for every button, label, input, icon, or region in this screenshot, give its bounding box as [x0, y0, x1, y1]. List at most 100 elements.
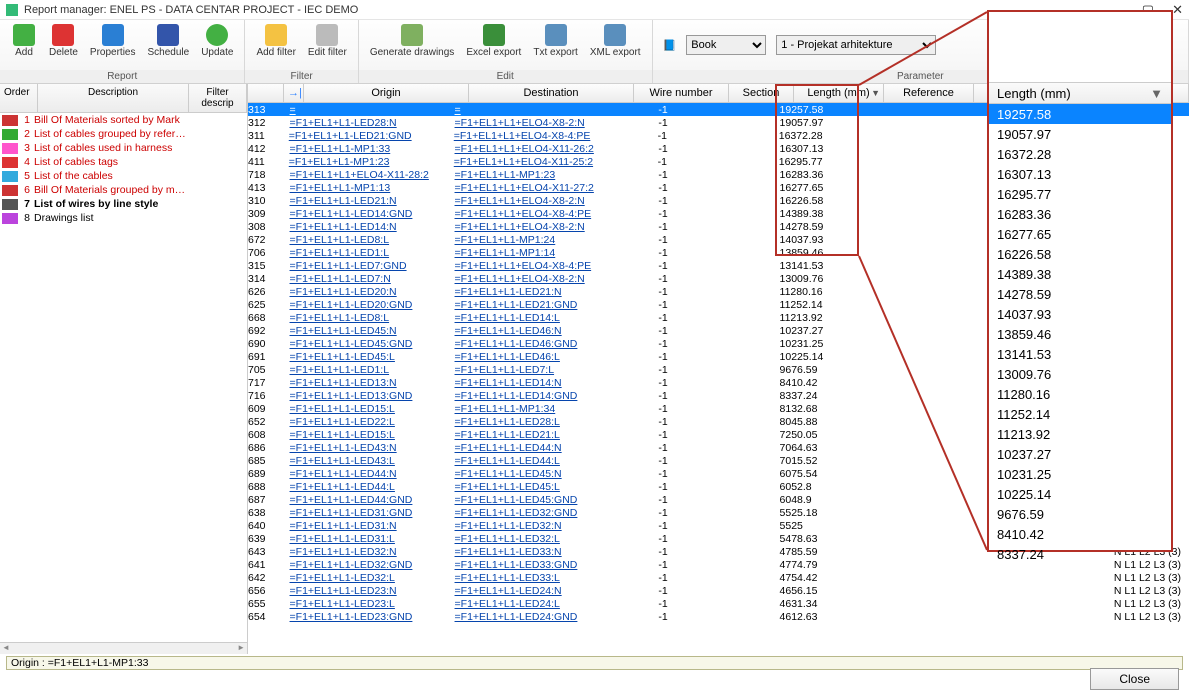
cell-origin[interactable]: =F1+EL1+L1-LED31:L — [286, 533, 451, 545]
zoom-row[interactable]: 11252.14 — [989, 404, 1171, 424]
cell-destination[interactable]: =F1+EL1+L1-LED46:GND — [451, 338, 616, 350]
col-wire-number[interactable]: Wire number — [634, 84, 729, 102]
cell-origin[interactable]: =F1+EL1+L1-LED44:N — [286, 468, 451, 480]
report-list-item[interactable]: 4List of cables tags — [0, 155, 247, 169]
cell-origin[interactable]: =F1+EL1+L1-LED45:N — [286, 325, 451, 337]
cell-origin[interactable]: =F1+EL1+L1-LED21:N — [286, 195, 451, 207]
table-row[interactable]: 654=F1+EL1+L1-LED23:GND=F1+EL1+L1-LED24:… — [248, 610, 1189, 623]
zoom-row[interactable]: 11280.16 — [989, 384, 1171, 404]
cell-destination[interactable]: =F1+EL1+L1-MP1:23 — [451, 169, 616, 181]
add-filter-button[interactable]: Add filter — [250, 22, 301, 70]
zoom-row[interactable]: 10225.14 — [989, 484, 1171, 504]
cell-destination[interactable]: =F1+EL1+L1-LED32:N — [451, 520, 616, 532]
cell-origin[interactable]: =F1+EL1+L1-MP1:23 — [285, 156, 450, 168]
cell-destination[interactable]: =F1+EL1+L1-LED45:N — [451, 468, 616, 480]
col-destination[interactable]: Destination — [469, 84, 634, 102]
cell-origin[interactable]: =F1+EL1+L1-LED43:N — [286, 442, 451, 454]
cell-origin[interactable]: =F1+EL1+L1-LED32:L — [286, 572, 451, 584]
report-list-item[interactable]: 7List of wires by line style — [0, 197, 247, 211]
txt-export-button[interactable]: Txt export — [527, 22, 583, 70]
cell-destination[interactable]: =F1+EL1+L1-LED32:L — [451, 533, 616, 545]
cell-origin[interactable]: =F1+EL1+L1-LED13:N — [286, 377, 451, 389]
cell-origin[interactable]: =F1+EL1+L1-LED23:GND — [286, 611, 451, 623]
cell-destination[interactable]: =F1+EL1+L1-LED33:GND — [451, 559, 616, 571]
table-row[interactable]: 656=F1+EL1+L1-LED23:N=F1+EL1+L1-LED24:N-… — [248, 584, 1189, 597]
cell-destination[interactable]: =F1+EL1+L1-LED7:L — [451, 364, 616, 376]
sidebar-header-description[interactable]: Description — [38, 84, 189, 112]
cell-origin[interactable]: =F1+EL1+L1-LED7:GND — [286, 260, 451, 272]
cell-origin[interactable]: =F1+EL1+L1-LED31:N — [286, 520, 451, 532]
zoom-row[interactable]: 16277.65 — [989, 224, 1171, 244]
sidebar-header-order[interactable]: Order — [0, 84, 38, 112]
book-select[interactable]: Book — [686, 35, 766, 55]
sidebar-scrollbar[interactable]: ◄► — [0, 642, 247, 654]
cell-origin[interactable]: =F1+EL1+L1-LED20:GND — [286, 299, 451, 311]
zoom-row[interactable]: 14389.38 — [989, 264, 1171, 284]
cell-origin[interactable]: =F1+EL1+L1-LED32:N — [286, 546, 451, 558]
cell-origin[interactable]: =F1+EL1+L1-LED43:L — [286, 455, 451, 467]
zoom-row[interactable]: 13859.46 — [989, 324, 1171, 344]
cell-destination[interactable]: =F1+EL1+L1-LED44:L — [451, 455, 616, 467]
col-section[interactable]: Section — [729, 84, 794, 102]
cell-origin[interactable]: =F1+EL1+L1+ELO4-X11-28:2 — [286, 169, 451, 181]
cell-destination[interactable]: =F1+EL1+L1-LED14:N — [451, 377, 616, 389]
cell-origin[interactable]: =F1+EL1+L1-LED28:N — [286, 117, 451, 129]
cell-origin[interactable]: =F1+EL1+L1-LED20:N — [286, 286, 451, 298]
cell-destination[interactable]: =F1+EL1+L1+ELO4-X8-2:N — [451, 117, 616, 129]
delete-button[interactable]: Delete — [43, 22, 84, 70]
cell-destination[interactable]: =F1+EL1+L1-LED24:GND — [451, 611, 616, 623]
cell-origin[interactable]: =F1+EL1+L1-LED45:L — [286, 351, 451, 363]
cell-origin[interactable]: =F1+EL1+L1-LED32:GND — [286, 559, 451, 571]
col-origin[interactable]: Origin — [304, 84, 469, 102]
zoom-row[interactable]: 9676.59 — [989, 504, 1171, 524]
cell-destination[interactable]: =F1+EL1+L1+ELO4-X11-25:2 — [450, 156, 615, 168]
report-list-item[interactable]: 8Drawings list — [0, 211, 247, 225]
report-list-item[interactable]: 1Bill Of Materials sorted by Mark — [0, 113, 247, 127]
cell-origin[interactable]: =F1+EL1+L1-MP1:13 — [286, 182, 451, 194]
cell-destination[interactable]: = — [451, 104, 616, 116]
cell-origin[interactable]: =F1+EL1+L1-LED23:L — [286, 598, 451, 610]
cell-origin[interactable]: =F1+EL1+L1-LED1:L — [286, 364, 451, 376]
zoom-row[interactable]: 19057.97 — [989, 124, 1171, 144]
zoom-row[interactable]: 8410.42 — [989, 524, 1171, 544]
zoom-row[interactable]: 16283.36 — [989, 204, 1171, 224]
cell-destination[interactable]: =F1+EL1+L1-MP1:14 — [451, 247, 616, 259]
cell-destination[interactable]: =F1+EL1+L1-MP1:34 — [451, 403, 616, 415]
cell-origin[interactable]: =F1+EL1+L1-LED15:L — [286, 429, 451, 441]
cell-destination[interactable]: =F1+EL1+L1+ELO4-X8-4:PE — [451, 208, 616, 220]
cell-origin[interactable]: =F1+EL1+L1-LED8:L — [286, 312, 451, 324]
cell-destination[interactable]: =F1+EL1+L1+ELO4-X11-27:2 — [451, 182, 616, 194]
cell-origin[interactable]: =F1+EL1+L1-LED44:GND — [286, 494, 451, 506]
layout-select[interactable]: 1 - Projekat arhitekture — [776, 35, 936, 55]
cell-destination[interactable]: =F1+EL1+L1-LED33:L — [451, 572, 616, 584]
close-button[interactable]: ✕ — [1172, 2, 1183, 18]
cell-destination[interactable]: =F1+EL1+L1-LED45:L — [451, 481, 616, 493]
report-list-item[interactable]: 2List of cables grouped by reference — [0, 127, 247, 141]
zoom-row[interactable]: 16307.13 — [989, 164, 1171, 184]
cell-destination[interactable]: =F1+EL1+L1-LED46:L — [451, 351, 616, 363]
cell-origin[interactable]: =F1+EL1+L1-LED14:N — [286, 221, 451, 233]
xml-export-button[interactable]: XML export — [584, 22, 647, 70]
zoom-row[interactable]: 14037.93 — [989, 304, 1171, 324]
cell-destination[interactable]: =F1+EL1+L1+ELO4-X8-2:N — [451, 273, 616, 285]
cell-destination[interactable]: =F1+EL1+L1-LED45:GND — [451, 494, 616, 506]
update-button[interactable]: Update — [195, 22, 239, 70]
cell-origin[interactable]: = — [286, 104, 451, 116]
cell-destination[interactable]: =F1+EL1+L1-LED21:GND — [451, 299, 616, 311]
excel-export-button[interactable]: Excel export — [460, 22, 527, 70]
cell-destination[interactable]: =F1+EL1+L1-LED46:N — [451, 325, 616, 337]
cell-destination[interactable]: =F1+EL1+L1-LED32:GND — [451, 507, 616, 519]
report-list-item[interactable]: 3List of cables used in harness — [0, 141, 247, 155]
cell-destination[interactable]: =F1+EL1+L1-LED24:N — [451, 585, 616, 597]
cell-destination[interactable]: =F1+EL1+L1-LED21:N — [451, 286, 616, 298]
cell-origin[interactable]: =F1+EL1+L1-LED23:N — [286, 585, 451, 597]
report-list-item[interactable]: 6Bill Of Materials grouped by manuf... — [0, 183, 247, 197]
cell-origin[interactable]: =F1+EL1+L1-LED13:GND — [286, 390, 451, 402]
table-row[interactable]: 655=F1+EL1+L1-LED23:L=F1+EL1+L1-LED24:L-… — [248, 597, 1189, 610]
add-button[interactable]: Add — [5, 22, 43, 70]
zoom-row[interactable]: 8337.24 — [989, 544, 1171, 564]
zoom-row[interactable]: 19257.58 — [989, 104, 1171, 124]
zoom-row[interactable]: 14278.59 — [989, 284, 1171, 304]
zoom-row[interactable]: 10237.27 — [989, 444, 1171, 464]
cell-origin[interactable]: =F1+EL1+L1-LED45:GND — [286, 338, 451, 350]
